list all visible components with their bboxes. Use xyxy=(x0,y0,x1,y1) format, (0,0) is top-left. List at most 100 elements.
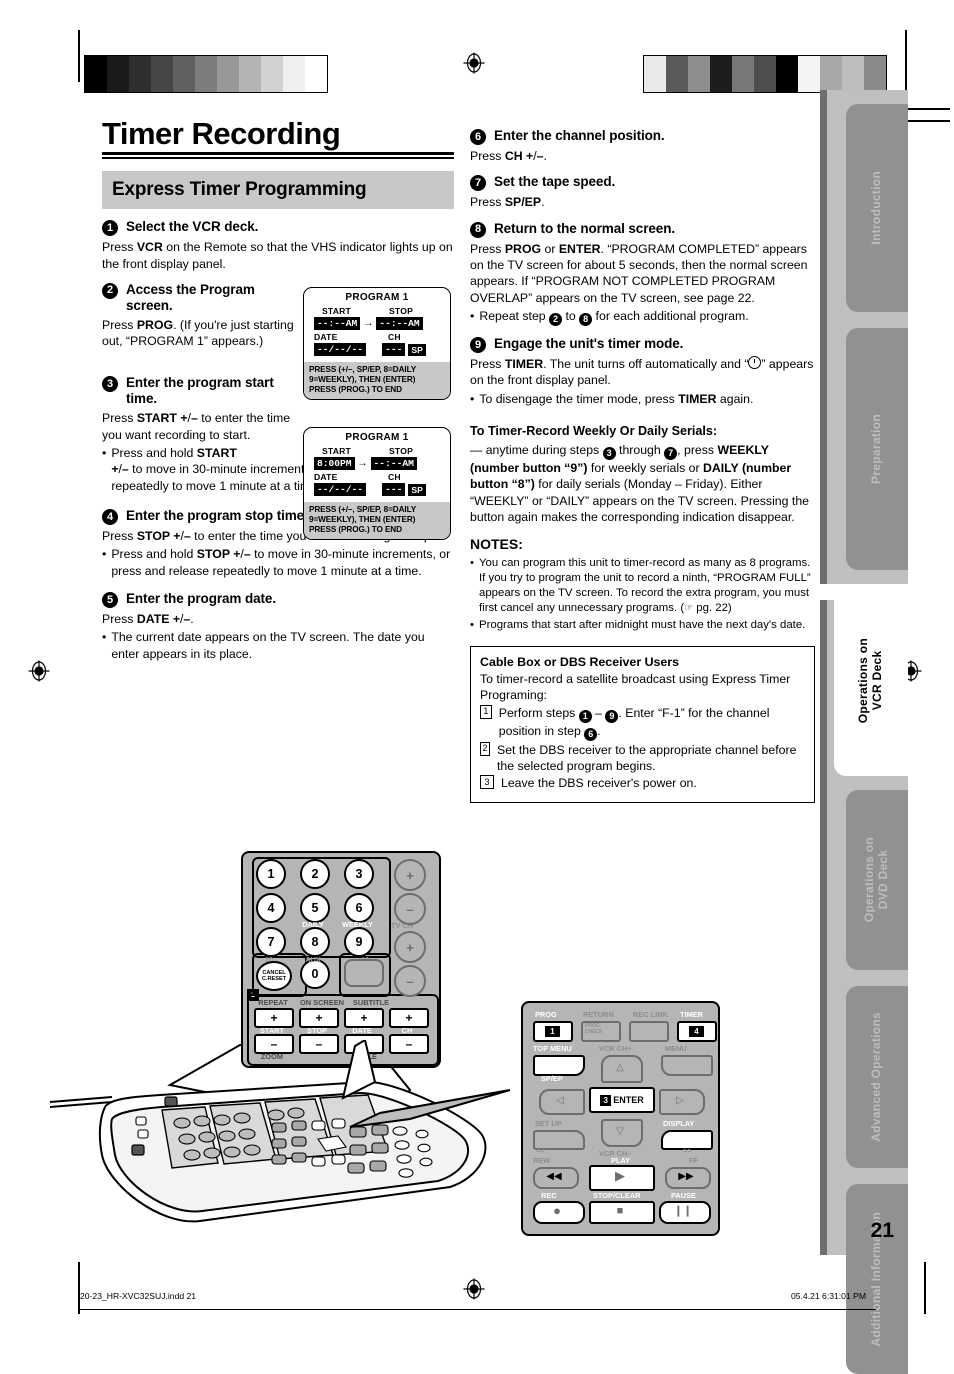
step-9-bullet-text: To disengage the timer mode, press TIMER… xyxy=(479,391,754,406)
note-1-text: You can program this unit to timer-recor… xyxy=(479,556,811,615)
remote2-label-rec: REC xyxy=(541,1191,557,1200)
remote2-label-rec-link: REC LINK xyxy=(633,1010,668,1019)
keypad-start-plus-button[interactable]: + xyxy=(254,1008,294,1028)
remote2-enter-button[interactable]: 3 ENTER xyxy=(589,1087,655,1113)
sidebar-tab-operations-dvd-deck[interactable]: Operations on DVD Deck xyxy=(846,790,908,970)
step-body-8: Press PROG or ENTER. “PROGRAM COMPLETED”… xyxy=(470,241,808,305)
remote2-return-button[interactable]: PROG. CHECK xyxy=(581,1021,621,1042)
remote2-menu-button[interactable] xyxy=(661,1055,713,1076)
osd-2-label-date: DATE xyxy=(314,472,338,482)
cable-step-number-2: 2 xyxy=(480,741,491,756)
sidebar-tab-additional-information[interactable]: Additional Information xyxy=(846,1184,908,1374)
down-arrow-icon: ▽ xyxy=(616,1125,624,1137)
keypad-stop-plus-button[interactable]: + xyxy=(299,1008,339,1028)
step-heading-4: Enter the program stop time. xyxy=(126,508,308,524)
fast-forward-icon: ▶▶ xyxy=(678,1170,694,1182)
remote2-prog-check-label: PROG. CHECK xyxy=(585,1023,603,1035)
remote2-rec-link-button[interactable] xyxy=(629,1021,669,1042)
step-7: 7 Set the tape speed. xyxy=(470,174,815,192)
keypad-button-7[interactable]: 7 xyxy=(256,927,286,957)
step-5-bullet: • The current date appears on the TV scr… xyxy=(102,629,454,662)
rewind-icon: ◀◀ xyxy=(546,1170,562,1182)
bullet-dot: • xyxy=(102,446,107,461)
osd-program-screen-1: PROGRAM 1 START STOP --:--AM → --:--AM D… xyxy=(303,287,451,400)
osd-1-ch-value: --- xyxy=(382,343,406,356)
keypad-label-on-screen: ON SCREEN xyxy=(300,998,344,1007)
osd-2-label-stop: STOP xyxy=(389,446,414,456)
rail-spine xyxy=(820,90,827,1255)
remote2-label-timer: TIMER xyxy=(680,1010,703,1019)
osd-2-row-values-2: --/--/-- --- SP xyxy=(314,483,440,496)
keypad-button-2[interactable]: 2 xyxy=(300,859,330,889)
step-heading-1: Select the VCR deck. xyxy=(126,219,259,235)
title-rule-thick xyxy=(102,152,454,155)
left-arrow-icon: ◁ xyxy=(556,1094,564,1106)
pause-icon: ❙❙ xyxy=(673,1205,693,1217)
cable-step-number-1: 1 xyxy=(480,704,492,719)
osd-1-label-date: DATE xyxy=(314,332,338,342)
note-item-2: • Programs that start after midnight mus… xyxy=(470,618,815,633)
keypad-button-1[interactable]: 1 xyxy=(256,859,286,889)
keypad-volume-plus-button[interactable]: + xyxy=(394,859,426,891)
remote2-label-menu: MENU xyxy=(665,1044,687,1053)
keypad-button-8[interactable]: 8 xyxy=(300,927,330,957)
remote2-label-return: RETURN xyxy=(583,1010,614,1019)
section-tab-rail: Introduction Preparation Operations on V… xyxy=(820,90,908,1374)
step-5: 5 Enter the program date. xyxy=(102,591,454,609)
keypad-tv-ch-minus-button[interactable]: – xyxy=(394,965,426,997)
keypad-button-9[interactable]: 9 xyxy=(344,927,374,957)
keypad-volume-minus-button[interactable]: – xyxy=(394,893,426,925)
keypad-date-plus-button[interactable]: + xyxy=(344,1008,384,1028)
cable-box-panel: Cable Box or DBS Receiver Users To timer… xyxy=(470,645,815,803)
osd-1-start-value: --:--AM xyxy=(314,317,361,330)
active-tab-notch xyxy=(820,584,908,600)
keypad-tv-ch-plus-button[interactable]: + xyxy=(394,931,426,963)
osd-2-label-start: START xyxy=(322,446,352,456)
osd-1-grid: START STOP --:--AM → --:--AM DATE CH --/… xyxy=(304,306,450,362)
inline-step-6-icon: 6 xyxy=(584,727,598,741)
note-2-text: Programs that start after midnight must … xyxy=(479,619,806,632)
keypad-plus-ten-bar[interactable] xyxy=(344,959,384,987)
notes-heading: NOTES: xyxy=(470,536,523,553)
crop-mark-tl-v xyxy=(78,30,80,82)
inline-step-1-icon: 1 xyxy=(578,709,592,723)
keypad-button-3[interactable]: 3 xyxy=(344,859,374,889)
cable-box-intro: To timer-record a satellite broadcast us… xyxy=(480,672,791,703)
sidebar-tab-preparation[interactable]: Preparation xyxy=(846,328,908,570)
step-heading-8: Return to the normal screen. xyxy=(494,220,675,236)
step-9: 9 Engage the unit's timer mode. xyxy=(470,336,815,354)
tab-label-advanced-operations: Advanced Operations xyxy=(869,1012,884,1142)
sidebar-tab-advanced-operations[interactable]: Advanced Operations xyxy=(846,986,908,1168)
osd-2-footer: PRESS (+/–, SP/EP, 8=DAILY 9=WEEKLY), TH… xyxy=(304,502,450,539)
osd-2-title: PROGRAM 1 xyxy=(345,432,409,443)
bullet-dot: • xyxy=(470,556,474,569)
sidebar-tab-introduction[interactable]: Introduction xyxy=(846,104,908,312)
step-heading-3: Enter the program start time. xyxy=(126,375,274,407)
cable-step-text-1: Perform steps 1 – 9. Enter “F-1” for the… xyxy=(498,705,770,741)
keypad-button-6[interactable]: 6 xyxy=(344,893,374,923)
sidebar-tab-operations-vcr-deck[interactable]: Operations on VCR Deck xyxy=(834,586,908,776)
section-heading: Express Timer Programming xyxy=(112,179,367,200)
color-bar-left xyxy=(84,55,328,93)
osd-1-label-start: START xyxy=(322,306,352,316)
keypad-ch-plus-button[interactable]: + xyxy=(389,1008,429,1028)
step-4-bullet-text: Press and hold STOP +/– to move in 30-mi… xyxy=(111,547,451,578)
keypad-button-4[interactable]: 4 xyxy=(256,893,286,923)
remote2-top-menu-button[interactable] xyxy=(533,1055,585,1076)
osd-2-start-value: 8:00PM xyxy=(314,457,355,470)
page-number: 21 xyxy=(870,1219,894,1242)
step-heading-6: Enter the channel position. xyxy=(494,128,665,143)
keypad-button-5[interactable]: 5 xyxy=(300,893,330,923)
footer-timestamp: 05.4.21 6:31:01 PM xyxy=(790,1291,866,1301)
step-body-5: Press DATE +/–. xyxy=(102,612,194,627)
osd-2-speed: SP xyxy=(408,483,426,496)
title-rule-thin xyxy=(102,157,454,159)
remote2-label-display: DISPLAY xyxy=(663,1119,695,1128)
remote2-timer-button[interactable]: 4 xyxy=(677,1021,717,1042)
step-number-2: 2 xyxy=(102,282,118,299)
step-heading-9: Engage the unit's timer mode. xyxy=(494,336,684,352)
remote2-prog-button[interactable]: 1 xyxy=(533,1021,573,1042)
keypad-button-cancel-creset[interactable]: CANCEL C.RESET xyxy=(256,961,292,991)
stop-icon: ■ xyxy=(616,1204,624,1217)
remote2-label-rew: REW xyxy=(533,1156,551,1165)
